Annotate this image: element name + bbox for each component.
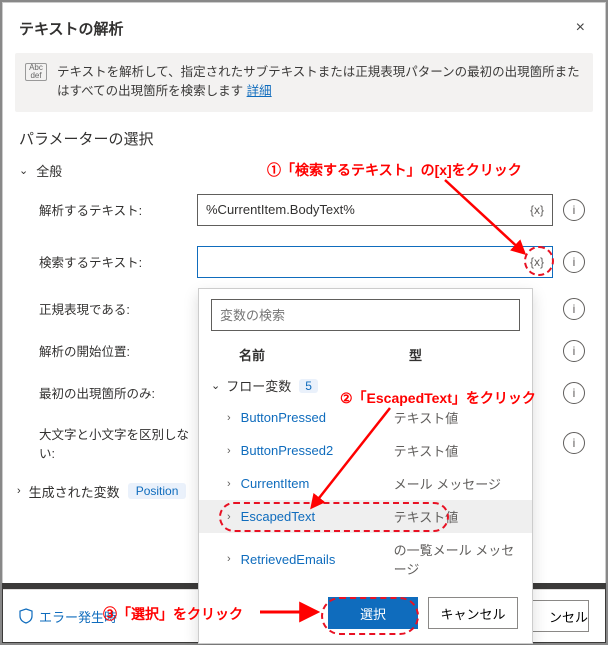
variable-columns-header: 名前 型: [199, 341, 532, 370]
variable-name: EscapedText: [241, 509, 394, 524]
variable-item-escapedtext[interactable]: › EscapedText テキスト値: [199, 500, 532, 533]
info-icon[interactable]: i: [563, 432, 585, 454]
chevron-right-icon: ›: [227, 511, 231, 523]
variable-item-buttonpressed2[interactable]: › ButtonPressed2 テキスト値: [199, 434, 532, 467]
chevron-down-icon: ⌄: [19, 164, 28, 177]
cancel-button[interactable]: キャンセル: [428, 597, 518, 629]
info-text: テキストを解析して、指定されたサブテキストまたは正規表現パターンの最初の出現箇所…: [57, 65, 580, 98]
variable-type: の一覧メール メッセージ: [394, 540, 520, 578]
variable-group-label: フロー変数: [226, 376, 291, 395]
variable-group-flow[interactable]: ⌄ フロー変数 5: [199, 370, 532, 401]
fx-button-search[interactable]: {x}: [525, 250, 549, 274]
variable-type: テキスト値: [394, 408, 520, 427]
dialog-header: テキストの解析 ×: [3, 3, 605, 49]
info-icon[interactable]: i: [563, 298, 585, 320]
variable-item-retrievedemails[interactable]: › RetrievedEmails の一覧メール メッセージ: [199, 533, 532, 585]
variable-group-count: 5: [299, 379, 318, 393]
info-icon[interactable]: i: [563, 251, 585, 273]
variable-name: RetrievedEmails: [241, 552, 394, 567]
variable-search-input[interactable]: [211, 299, 520, 331]
chevron-right-icon: ›: [17, 485, 21, 497]
chevron-right-icon: ›: [227, 553, 231, 565]
chevron-right-icon: ›: [227, 445, 231, 457]
section-title: パラメーターの選択: [3, 124, 605, 157]
param-label: 大文字と小文字を区別しない:: [39, 424, 197, 462]
param-input-wrap: {x}: [197, 246, 553, 278]
param-label: 正規表現である:: [39, 299, 197, 318]
param-label: 検索するテキスト:: [39, 252, 197, 271]
variable-type: テキスト値: [394, 441, 520, 460]
info-icon[interactable]: i: [563, 340, 585, 362]
generated-vars-label: 生成された変数: [29, 482, 120, 501]
col-type: 型: [409, 345, 520, 364]
param-row-search-text: 検索するテキスト: {x} i: [3, 236, 599, 288]
parse-text-input[interactable]: [197, 194, 553, 226]
variable-type: メール メッセージ: [394, 474, 520, 493]
variable-name: ButtonPressed2: [241, 443, 394, 458]
variable-name: ButtonPressed: [241, 410, 394, 425]
info-icon[interactable]: i: [563, 382, 585, 404]
variable-item-currentitem[interactable]: › CurrentItem メール メッセージ: [199, 467, 532, 500]
param-row-parse-text: 解析するテキスト: {x} i: [3, 184, 599, 236]
chevron-right-icon: ›: [227, 478, 231, 490]
col-name: 名前: [239, 345, 409, 364]
group-general-label: 全般: [36, 161, 62, 180]
info-link[interactable]: 詳細: [247, 84, 272, 98]
abc-def-icon: Abc def: [25, 63, 47, 81]
info-text-wrap: テキストを解析して、指定されたサブテキストまたは正規表現パターンの最初の出現箇所…: [57, 63, 583, 102]
footer-cancel-partial[interactable]: ンセル: [528, 600, 589, 632]
shield-icon: [19, 608, 33, 624]
group-general-row[interactable]: ⌄ 全般: [3, 157, 605, 184]
info-bar: Abc def テキストを解析して、指定されたサブテキストまたは正規表現パターン…: [15, 53, 593, 112]
search-text-input[interactable]: [197, 246, 553, 278]
on-error-link[interactable]: エラー発生時: [19, 607, 117, 626]
param-input-wrap: {x}: [197, 194, 553, 226]
param-label: 解析の開始位置:: [39, 341, 197, 360]
fx-button[interactable]: {x}: [525, 198, 549, 222]
variable-item-buttonpressed[interactable]: › ButtonPressed テキスト値: [199, 401, 532, 434]
dialog-title: テキストの解析: [19, 18, 124, 39]
variable-name: CurrentItem: [241, 476, 394, 491]
param-label: 最初の出現箇所のみ:: [39, 383, 197, 402]
close-button[interactable]: ×: [572, 15, 589, 41]
param-label: 解析するテキスト:: [39, 200, 197, 219]
select-button[interactable]: 選択: [328, 597, 418, 629]
chevron-right-icon: ›: [227, 412, 231, 424]
variable-picker-dropdown: 名前 型 ⌄ フロー変数 5 › ButtonPressed テキスト値 › B…: [198, 288, 533, 644]
variable-type: テキスト値: [394, 507, 520, 526]
generated-var-badge[interactable]: Position: [128, 483, 187, 499]
chevron-down-icon: ⌄: [211, 379, 220, 392]
info-icon[interactable]: i: [563, 199, 585, 221]
variable-picker-footer: 選択 キャンセル: [199, 585, 532, 643]
footer-buttons: ンセル: [528, 600, 589, 632]
on-error-label: エラー発生時: [39, 607, 117, 626]
